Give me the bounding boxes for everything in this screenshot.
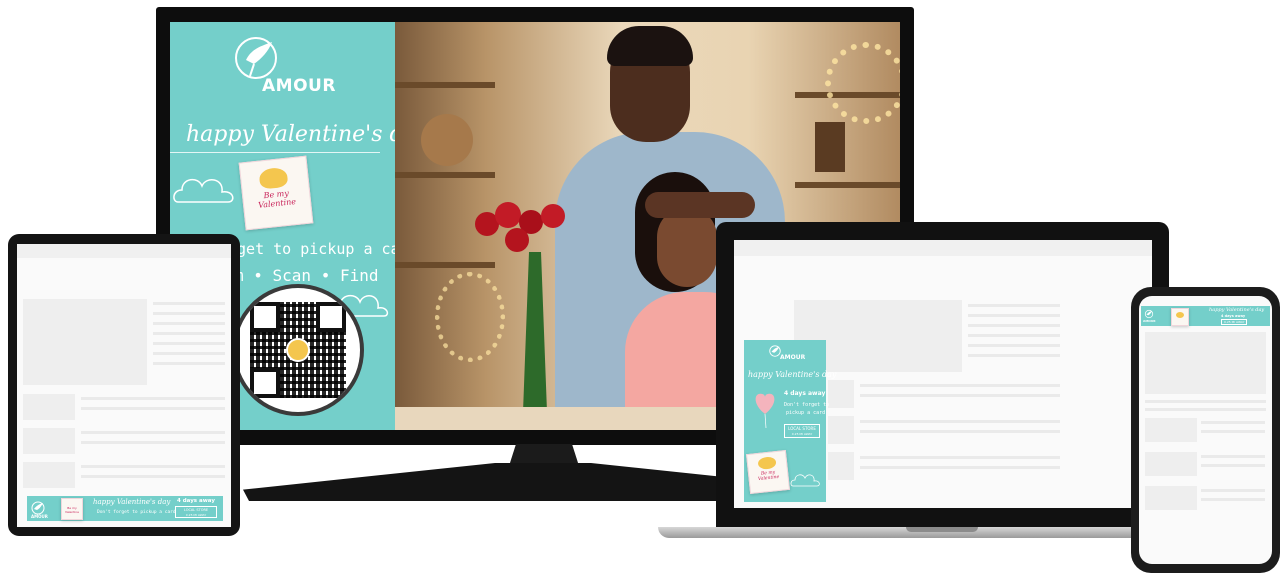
cloud-icon [790,474,820,487]
heart-balloon-icon [755,393,775,428]
brand-name: AMOUR [262,76,336,96]
tablet-screen: AMOUR Be my Valentine happy Valentine's … [17,244,231,527]
tv-stand [509,444,579,466]
valentine-card: Be my Valentine [746,450,790,494]
content-image-placeholder [1145,332,1266,394]
valentine-card: Be my Valentine [238,155,314,231]
dove-logo-icon [1144,309,1154,319]
phone-ad-banner[interactable]: AMOUR happy Valentine's day 4 days away … [1141,306,1270,326]
valentine-card [1171,308,1189,326]
cloud-icon [173,178,234,203]
divider-line [170,152,380,153]
browser-topbar [734,240,1152,256]
qr-code-icon[interactable] [232,284,364,416]
local-store-button[interactable]: LOCAL STORE 0.25 MI AWAY [175,506,217,518]
laptop-notch [906,527,978,532]
content-image-placeholder [23,299,147,385]
phone-screen: AMOUR happy Valentine's day 4 days away … [1139,296,1272,564]
local-store-button[interactable]: LOCAL STORE 0.25 MI AWAY [784,424,820,438]
skyscraper-ad[interactable]: AMOUR happy Valentine's day 4 days away … [744,340,836,502]
cta-line-1: rget to pickup a card [228,240,395,258]
headline: happy Valentine's day [186,122,395,147]
tablet-ad-banner[interactable]: AMOUR Be my Valentine happy Valentine's … [27,496,223,521]
tablet-topbar [17,244,231,258]
valentine-card: Be my Valentine [61,498,83,520]
laptop-screen: AMOUR happy Valentine's day 4 days away … [734,240,1152,508]
